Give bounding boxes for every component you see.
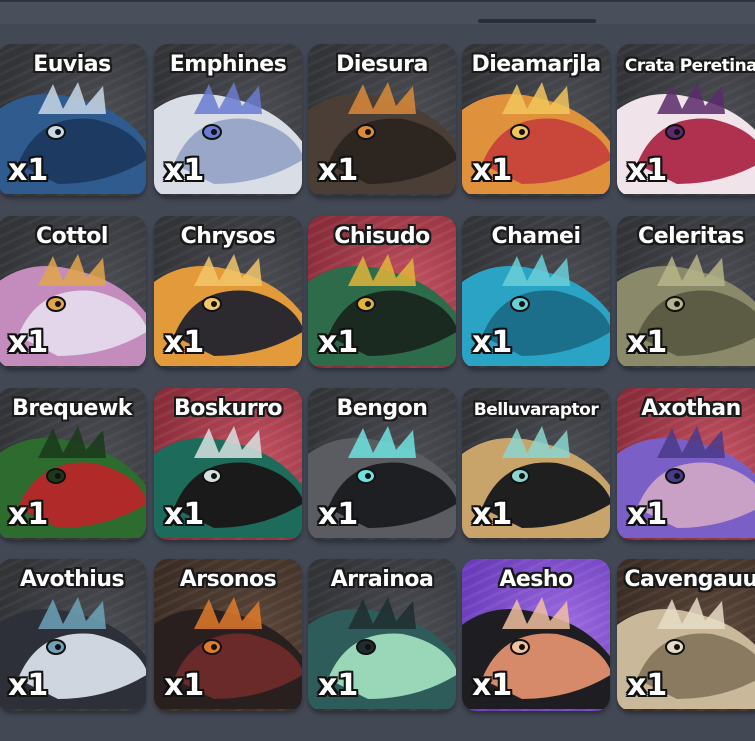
quantity-label: x1 [164, 153, 205, 188]
creature-name: Cottol [36, 224, 108, 249]
creature-card[interactable]: Chamei x1 [462, 216, 610, 368]
inventory-panel: Euvias x1 Emphines x1 Diesura x1 Dieamarjla x1 C… [0, 0, 755, 741]
quantity-label: x1 [318, 325, 359, 360]
creature-card[interactable]: Belluvaraptor x1 [462, 388, 610, 540]
creature-card[interactable]: Boskurro x1 [154, 388, 302, 540]
creature-name: Diesura [336, 52, 428, 77]
creature-name: Crata Peretina [624, 56, 755, 76]
quantity-label: x1 [8, 325, 49, 360]
creature-name: Dieamarjla [471, 52, 601, 77]
creature-card[interactable]: Emphines x1 [154, 44, 302, 196]
creature-card[interactable]: Celeritas x1 [617, 216, 755, 368]
quantity-label: x1 [318, 153, 359, 188]
quantity-label: x1 [472, 668, 513, 703]
quantity-label: x1 [472, 325, 513, 360]
quantity-label: x1 [627, 325, 668, 360]
quantity-label: x1 [627, 153, 668, 188]
creature-name: Chamei [491, 224, 581, 249]
creature-card[interactable]: Chrysos x1 [154, 216, 302, 368]
panel-header [0, 2, 755, 24]
quantity-label: x1 [8, 153, 49, 188]
creature-card[interactable]: Diesura x1 [308, 44, 456, 196]
creature-name: Aesho [499, 567, 573, 592]
creature-name: Brequewk [12, 396, 132, 421]
creature-name: Cavengauu [624, 567, 755, 592]
creature-card[interactable]: Dieamarjla x1 [462, 44, 610, 196]
creature-name: Belluvaraptor [473, 400, 599, 420]
quantity-label: x1 [627, 497, 668, 532]
creature-card[interactable]: Avothius x1 [0, 559, 146, 711]
creature-name: Emphines [169, 52, 287, 77]
quantity-label: x1 [472, 497, 513, 532]
quantity-label: x1 [8, 497, 49, 532]
creature-name: Arrainoa [330, 567, 434, 592]
creature-card[interactable]: Bengon x1 [308, 388, 456, 540]
creature-card[interactable]: Brequewk x1 [0, 388, 146, 540]
creature-name: Euvias [33, 52, 111, 77]
creature-card[interactable]: Arrainoa x1 [308, 559, 456, 711]
quantity-label: x1 [472, 153, 513, 188]
creature-name: Avothius [19, 567, 125, 592]
creature-name: Arsonos [179, 567, 277, 592]
creature-card[interactable]: Axothan x1 [617, 388, 755, 540]
creature-card[interactable]: Euvias x1 [0, 44, 146, 196]
creature-name: Axothan [641, 396, 741, 421]
quantity-label: x1 [164, 497, 205, 532]
quantity-label: x1 [164, 325, 205, 360]
creature-name: Chrysos [180, 224, 276, 249]
creature-card[interactable]: Aesho x1 [462, 559, 610, 711]
quantity-label: x1 [164, 668, 205, 703]
creature-name: Celeritas [638, 224, 744, 249]
creature-name: Boskurro [173, 396, 283, 421]
creature-card[interactable]: Crata Peretina x1 [617, 44, 755, 196]
creature-card[interactable]: Cottol x1 [0, 216, 146, 368]
creature-card[interactable]: Cavengauu x1 [617, 559, 755, 711]
quantity-label: x1 [318, 497, 359, 532]
creature-name: Bengon [336, 396, 428, 421]
quantity-label: x1 [8, 668, 49, 703]
quantity-label: x1 [627, 668, 668, 703]
creature-card[interactable]: Arsonos x1 [154, 559, 302, 711]
creature-card[interactable]: Chisudo x1 [308, 216, 456, 368]
scroll-indicator[interactable] [478, 19, 596, 23]
creature-name: Chisudo [334, 224, 430, 249]
quantity-label: x1 [318, 668, 359, 703]
